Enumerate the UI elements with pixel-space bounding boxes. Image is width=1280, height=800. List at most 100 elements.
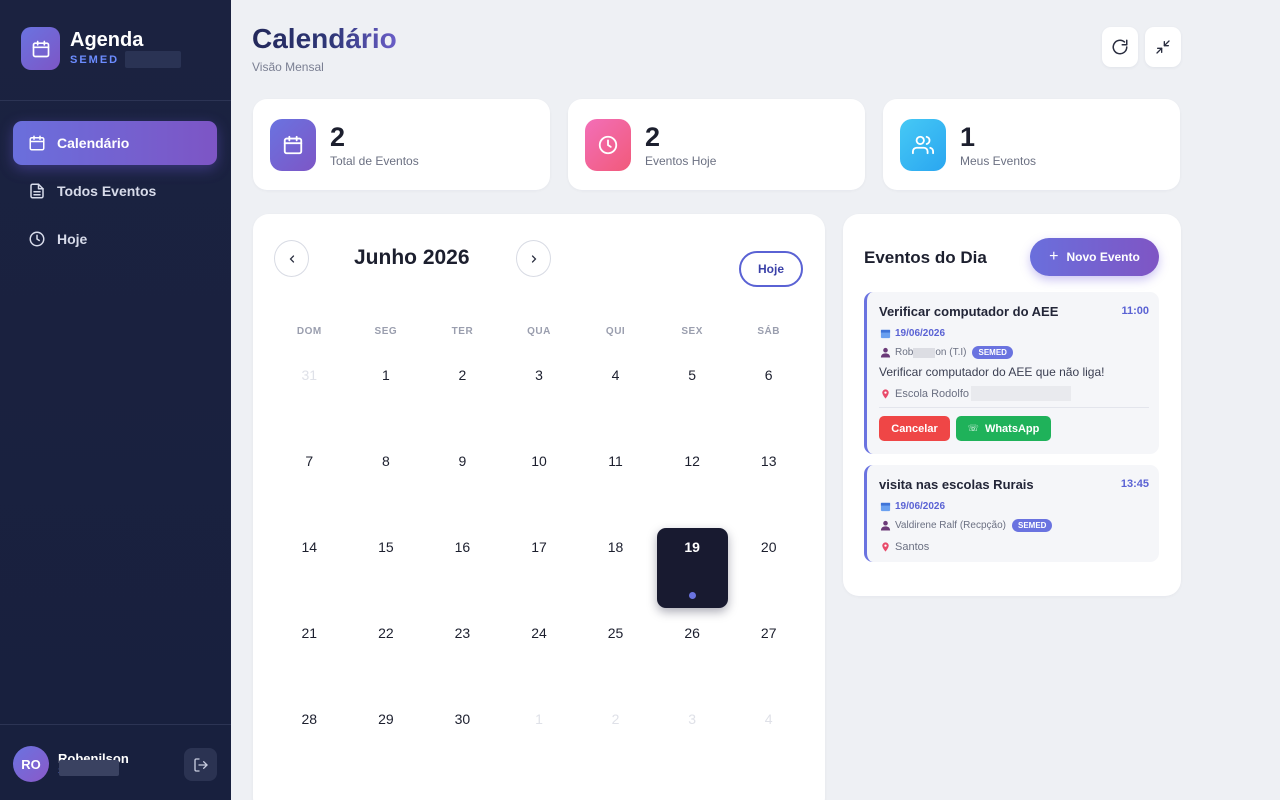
redacted-block xyxy=(971,386,1071,401)
day-number: 3 xyxy=(535,367,543,383)
sidebar-item-todos-eventos[interactable]: Todos Eventos xyxy=(13,169,217,213)
clock-icon xyxy=(585,118,631,171)
new-event-label: Novo Evento xyxy=(1066,250,1140,264)
calendar-day[interactable]: 21 xyxy=(271,616,348,702)
calendar-day[interactable]: 5 xyxy=(654,358,731,444)
calendar-day[interactable]: 3 xyxy=(654,702,731,788)
day-number: 19 xyxy=(684,539,700,555)
calendar-day[interactable]: 27 xyxy=(730,616,807,702)
calendar-day[interactable]: 6 xyxy=(730,358,807,444)
calendar-day[interactable]: 24 xyxy=(501,616,578,702)
day-number: 31 xyxy=(301,367,318,383)
stat-card-total: 2 Total de Eventos xyxy=(253,99,550,190)
calendar-day[interactable]: 16 xyxy=(424,530,501,616)
map-pin-icon xyxy=(879,541,891,553)
calendar-day[interactable]: 26 xyxy=(654,616,731,702)
event-item[interactable]: Verificar computador do AEE 11:00 19/06/… xyxy=(864,292,1159,454)
clock-icon xyxy=(28,230,46,248)
today-button[interactable]: Hoje xyxy=(739,251,803,287)
calendar-day[interactable]: 18 xyxy=(577,530,654,616)
weekday-label: QUA xyxy=(527,326,551,337)
calendar-day[interactable]: 17 xyxy=(501,530,578,616)
calendar-day[interactable]: 9 xyxy=(424,444,501,530)
calendar-day[interactable]: 15 xyxy=(348,530,425,616)
calendar-day[interactable]: 23 xyxy=(424,616,501,702)
calendar-day[interactable]: 8 xyxy=(348,444,425,530)
calendar-day[interactable]: 20 xyxy=(730,530,807,616)
calendar-day[interactable]: 12 xyxy=(654,444,731,530)
chevron-right-icon xyxy=(531,254,536,263)
calendar-day[interactable]: 28 xyxy=(271,702,348,788)
sidebar-divider xyxy=(0,100,231,101)
day-number: 1 xyxy=(381,367,390,383)
calendar-day[interactable]: 2 xyxy=(424,358,501,444)
calendar-day[interactable]: 1 xyxy=(501,702,578,788)
phone-icon: ☏ xyxy=(967,423,979,433)
avatar: RO xyxy=(13,746,49,782)
event-title: Verificar computador do AEE xyxy=(879,304,1059,319)
sidebar-item-label: Calendário xyxy=(57,135,130,151)
prev-month-button[interactable] xyxy=(274,240,309,277)
event-divider xyxy=(879,407,1149,408)
day-number: 6 xyxy=(764,367,773,383)
event-person: Valdirene Ralf (Recpção) xyxy=(895,520,1006,531)
event-location: Escola Rodolfo xyxy=(895,387,969,400)
calendar-day[interactable]: 29 xyxy=(348,702,425,788)
calendar-day[interactable]: 4 xyxy=(577,358,654,444)
calendar-day[interactable]: 31 xyxy=(271,358,348,444)
calendar-day[interactable]: 25 xyxy=(577,616,654,702)
event-date: 19/06/2026 xyxy=(895,501,946,512)
refresh-icon xyxy=(1112,39,1128,55)
sidebar-item-calendario[interactable]: Calendário xyxy=(13,121,217,165)
calendar-day[interactable]: 13 xyxy=(730,444,807,530)
calendar-day[interactable]: 30 xyxy=(424,702,501,788)
day-number: 27 xyxy=(760,625,777,641)
calendar-day[interactable]: 2 xyxy=(577,702,654,788)
event-person-start: Rob xyxy=(895,347,914,358)
next-month-button[interactable] xyxy=(516,240,551,277)
day-number: 21 xyxy=(301,625,318,641)
day-number: 17 xyxy=(531,539,547,555)
redacted-block xyxy=(913,347,936,358)
event-date: 19/06/2026 xyxy=(895,328,946,339)
cancel-button[interactable]: Cancelar xyxy=(879,416,950,441)
day-number: 15 xyxy=(378,539,394,555)
calendar-day[interactable]: 14 xyxy=(271,530,348,616)
calendar-day[interactable]: 4 xyxy=(730,702,807,788)
refresh-button[interactable] xyxy=(1102,27,1138,67)
calendar-card: Junho 2026 Hoje DOM SEG TER QUA QUI SEX … xyxy=(253,214,825,800)
collapse-button[interactable] xyxy=(1145,27,1181,67)
logout-button[interactable] xyxy=(184,748,217,781)
sidebar-item-label: Hoje xyxy=(57,231,88,247)
calendar-day[interactable]: 3 xyxy=(501,358,578,444)
day-number: 2 xyxy=(611,711,620,727)
event-item[interactable]: visita nas escolas Rurais 13:45 19/06/20… xyxy=(864,465,1159,562)
day-number: 12 xyxy=(684,453,700,469)
day-number: 11 xyxy=(608,453,623,469)
event-description: Verificar computador do AEE que não liga… xyxy=(879,365,1105,379)
day-number: 28 xyxy=(301,711,318,727)
stat-label: Total de Eventos xyxy=(330,153,419,168)
month-title: Junho 2026 xyxy=(354,246,470,269)
calendar-day[interactable]: 19 xyxy=(654,528,731,616)
day-number: 5 xyxy=(688,367,697,383)
calendar-day[interactable]: 7 xyxy=(271,444,348,530)
new-event-button[interactable]: + Novo Evento xyxy=(1030,238,1159,276)
calendar-day[interactable]: 10 xyxy=(501,444,578,530)
redacted-block xyxy=(125,51,182,68)
person-icon xyxy=(879,347,891,359)
weekday-label: QUI xyxy=(605,326,626,337)
status-badge: SEMED xyxy=(972,346,1013,359)
day-number: 23 xyxy=(454,625,471,641)
day-number: 9 xyxy=(458,453,467,469)
calendar-day[interactable]: 1 xyxy=(348,358,425,444)
stat-card-today: 2 Eventos Hoje xyxy=(568,99,865,190)
sidebar-item-hoje[interactable]: Hoje xyxy=(13,217,217,261)
whatsapp-button[interactable]: ☏ WhatsApp xyxy=(956,416,1051,441)
brand-subtitle: SEMED xyxy=(70,53,120,66)
calendar-day[interactable]: 22 xyxy=(348,616,425,702)
calendar-icon xyxy=(879,501,891,513)
calendar-icon xyxy=(879,328,891,340)
calendar-day[interactable]: 11 xyxy=(577,444,654,530)
event-title: visita nas escolas Rurais xyxy=(879,477,1034,492)
